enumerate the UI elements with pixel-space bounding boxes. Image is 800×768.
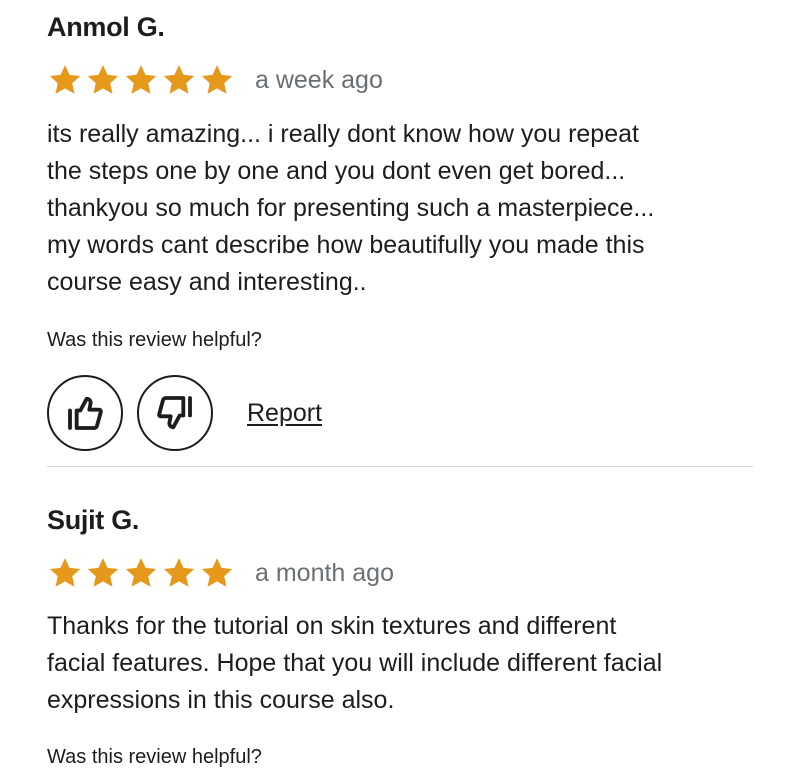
- review-actions: Report: [47, 375, 753, 451]
- review-text: its really amazing... i really dont know…: [47, 120, 655, 296]
- review-date: a month ago: [255, 559, 394, 587]
- star-rating: [47, 63, 235, 97]
- star-icon: [201, 558, 233, 587]
- star-icon: [125, 65, 157, 94]
- star-icon: [49, 558, 81, 587]
- star-icon: [163, 65, 195, 94]
- rating-row: a week ago: [47, 63, 753, 97]
- helpful-question: Was this review helpful?: [47, 329, 262, 351]
- star-icon: [125, 558, 157, 587]
- thumbs-down-button[interactable]: [137, 375, 213, 451]
- reviewer-name: Anmol G.: [47, 12, 165, 42]
- star-rating: [47, 556, 235, 590]
- review-card: Anmol G. a week ago its really amazing..…: [47, 12, 753, 451]
- reviewer-name: Sujit G.: [47, 505, 140, 535]
- review-date: a week ago: [255, 66, 383, 94]
- star-icon: [87, 65, 119, 94]
- star-icon: [201, 65, 233, 94]
- review-card: Sujit G. a month ago Thanks for the tuto…: [47, 505, 753, 768]
- star-icon: [163, 558, 195, 587]
- star-icon: [87, 558, 119, 587]
- rating-row: a month ago: [47, 556, 753, 590]
- report-link[interactable]: Report: [247, 399, 322, 428]
- thumbs-down-icon: [157, 396, 192, 430]
- thumbs-up-icon: [68, 396, 103, 430]
- helpful-question: Was this review helpful?: [47, 746, 262, 768]
- star-icon: [49, 65, 81, 94]
- review-divider: [47, 466, 753, 467]
- thumbs-up-button[interactable]: [47, 375, 123, 451]
- review-text: Thanks for the tutorial on skin textures…: [47, 612, 663, 714]
